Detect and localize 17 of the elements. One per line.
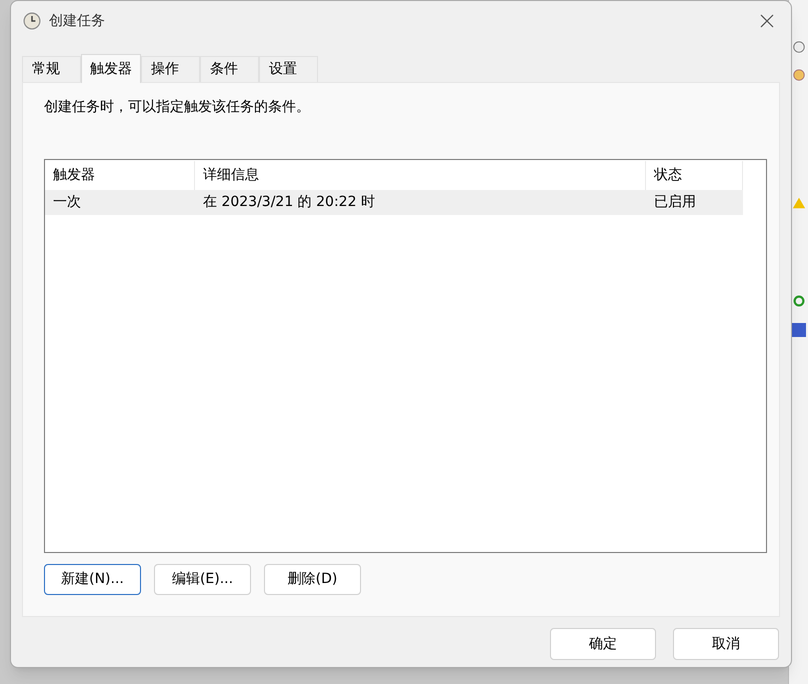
dialog-button[interactable]: 确定 xyxy=(550,628,656,660)
window-title: 创建任务 xyxy=(49,12,105,30)
tab[interactable]: 触发器 xyxy=(81,54,141,83)
list-button[interactable]: 新建(N)... xyxy=(44,564,141,595)
table-cell-text: 在 2023/3/21 的 20:22 时 xyxy=(202,193,376,212)
list-button[interactable]: 删除(D) xyxy=(264,564,361,595)
tab[interactable]: 常规 xyxy=(22,56,81,82)
tab[interactable]: 操作 xyxy=(141,56,200,82)
dialog-button[interactable]: 取消 xyxy=(673,628,779,660)
table-cell-text: 已启用 xyxy=(653,193,697,212)
table-row[interactable]: 一次 在 2023/3/21 的 20:22 时 已启用 xyxy=(45,190,743,215)
list-button[interactable]: 编辑(E)... xyxy=(154,564,251,595)
description-text: 创建任务时，可以指定触发该任务的条件。 xyxy=(44,98,311,117)
tab[interactable]: 设置 xyxy=(259,56,318,82)
table-cell-text: 一次 xyxy=(52,193,82,212)
warning-icon xyxy=(792,196,806,210)
tab[interactable]: 条件 xyxy=(200,56,259,82)
